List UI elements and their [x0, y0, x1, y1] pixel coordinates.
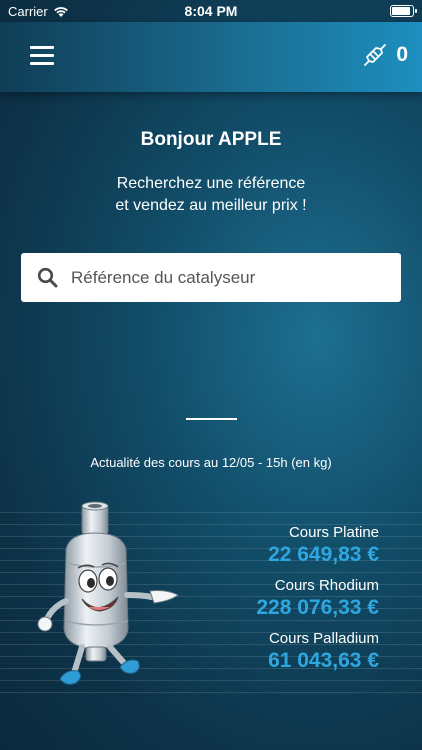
cart-count: 0 [396, 43, 408, 66]
rate-rhodium: Cours Rhodium 228 076,33 € [256, 577, 379, 620]
greeting-title: Bonjour APPLE [140, 129, 282, 150]
nav-bar: 0 [0, 22, 422, 92]
hamburger-icon-line [30, 62, 54, 65]
search-box[interactable] [21, 253, 401, 302]
catalyst-mascot-image [37, 501, 179, 685]
catalyst-reference-search-input[interactable] [71, 253, 391, 302]
catalyst-cart-button[interactable]: 0 [362, 42, 408, 68]
rate-value: 61 043,63 € [268, 649, 379, 672]
section-divider [186, 418, 237, 420]
status-bar: Carrier 8:04 PM [0, 0, 422, 22]
subtitle-line: Recherchez une référence [116, 175, 306, 192]
rate-platine: Cours Platine 22 649,83 € [268, 524, 379, 567]
rate-label: Cours Rhodium [274, 577, 379, 594]
rate-label: Cours Platine [288, 524, 379, 541]
menu-button[interactable] [30, 46, 54, 66]
rate-palladium: Cours Palladium 61 043,63 € [268, 630, 379, 673]
rate-value: 228 076,33 € [256, 596, 379, 619]
rate-label: Cours Palladium [268, 630, 379, 647]
greeting-subtitle: Recherchez une référence et vendez au me… [0, 173, 422, 217]
search-icon [37, 267, 58, 288]
battery-level [392, 7, 411, 15]
subtitle-line: et vendez au meilleur prix ! [115, 197, 307, 214]
hamburger-icon-line [30, 54, 54, 57]
hamburger-icon-line [30, 46, 54, 49]
rate-value: 22 649,83 € [268, 543, 379, 566]
rates-title: Actualité des cours au 12/05 - 15h (en k… [90, 455, 332, 470]
battery-icon [390, 5, 417, 17]
status-time: 8:04 PM [184, 3, 238, 19]
catalyst-icon [364, 44, 387, 66]
